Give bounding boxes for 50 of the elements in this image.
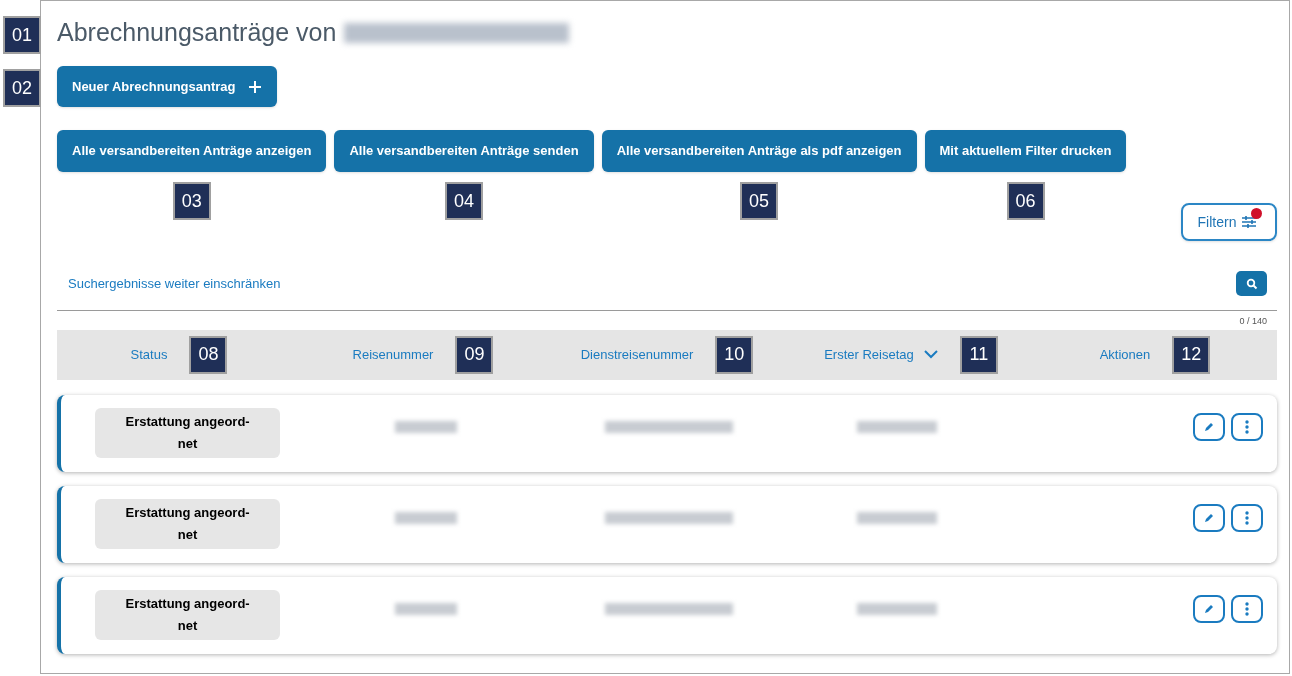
page-title: Abrechnungsanträge von — [57, 17, 337, 49]
more-button[interactable] — [1231, 504, 1263, 532]
redacted-text — [394, 603, 457, 615]
column-header[interactable]: Reisenummer — [352, 344, 434, 365]
pencil-icon — [1203, 512, 1215, 524]
search-button[interactable] — [1236, 271, 1267, 296]
callout-number: 01 — [3, 16, 41, 54]
column-header[interactable]: Status — [130, 344, 168, 365]
more-button[interactable] — [1231, 595, 1263, 623]
redacted-text — [394, 421, 457, 433]
plus-icon — [247, 79, 262, 94]
more-vertical-icon — [1245, 420, 1249, 434]
callout-number: 10 — [715, 335, 754, 374]
result-card[interactable]: Erstattung angeord-net — [57, 576, 1277, 654]
new-request-button[interactable]: Neuer Abrechnungsantrag — [57, 66, 277, 107]
column-header[interactable]: Dienstreisenummer — [580, 344, 694, 365]
callout-number: 08 — [189, 335, 228, 374]
status-badge: Erstattung angeord-net — [95, 499, 281, 549]
refine-search-link[interactable]: Suchergebnisse weiter einschränken — [68, 273, 281, 294]
callout-number: 02 — [3, 69, 41, 107]
action-button[interactable]: Alle versandbereiten Anträge anzeigen — [57, 130, 327, 172]
filter-button[interactable]: Filtern — [1181, 203, 1277, 241]
more-vertical-icon — [1245, 602, 1249, 616]
result-card[interactable]: Erstattung angeord-net — [57, 394, 1277, 472]
callout-number: 09 — [455, 335, 494, 374]
redacted-text — [394, 512, 457, 524]
callout-number: 12 — [1172, 335, 1211, 374]
pencil-icon — [1203, 603, 1215, 615]
result-card[interactable]: Erstattung angeord-net — [57, 485, 1277, 563]
callout-number: 05 — [740, 182, 779, 220]
column-header[interactable]: Erster Reisetag — [824, 344, 938, 365]
callout-number: 04 — [445, 182, 483, 220]
callout-number: 03 — [172, 182, 211, 220]
result-count: 0 / 140 — [1239, 315, 1267, 328]
more-button[interactable] — [1231, 413, 1263, 441]
action-button[interactable]: Alle versandbereiten Anträge als pdf anzeigen — [601, 130, 917, 172]
column-header[interactable]: Aktionen — [1099, 344, 1151, 365]
edit-button[interactable] — [1193, 504, 1225, 532]
edit-button[interactable] — [1193, 413, 1225, 441]
status-badge: Erstattung angeord-net — [95, 590, 281, 640]
more-vertical-icon — [1245, 511, 1249, 525]
search-icon — [1245, 277, 1258, 290]
action-button[interactable]: Mit aktuellem Filter drucken — [924, 130, 1127, 172]
edit-button[interactable] — [1193, 595, 1225, 623]
pencil-icon — [1203, 421, 1215, 433]
action-button[interactable]: Alle versandbereiten Anträge senden — [334, 130, 594, 172]
callout-number: 06 — [1006, 182, 1045, 220]
chevron-down-icon — [923, 350, 938, 359]
callout-number: 11 — [959, 335, 998, 374]
status-badge: Erstattung angeord-net — [95, 408, 281, 458]
